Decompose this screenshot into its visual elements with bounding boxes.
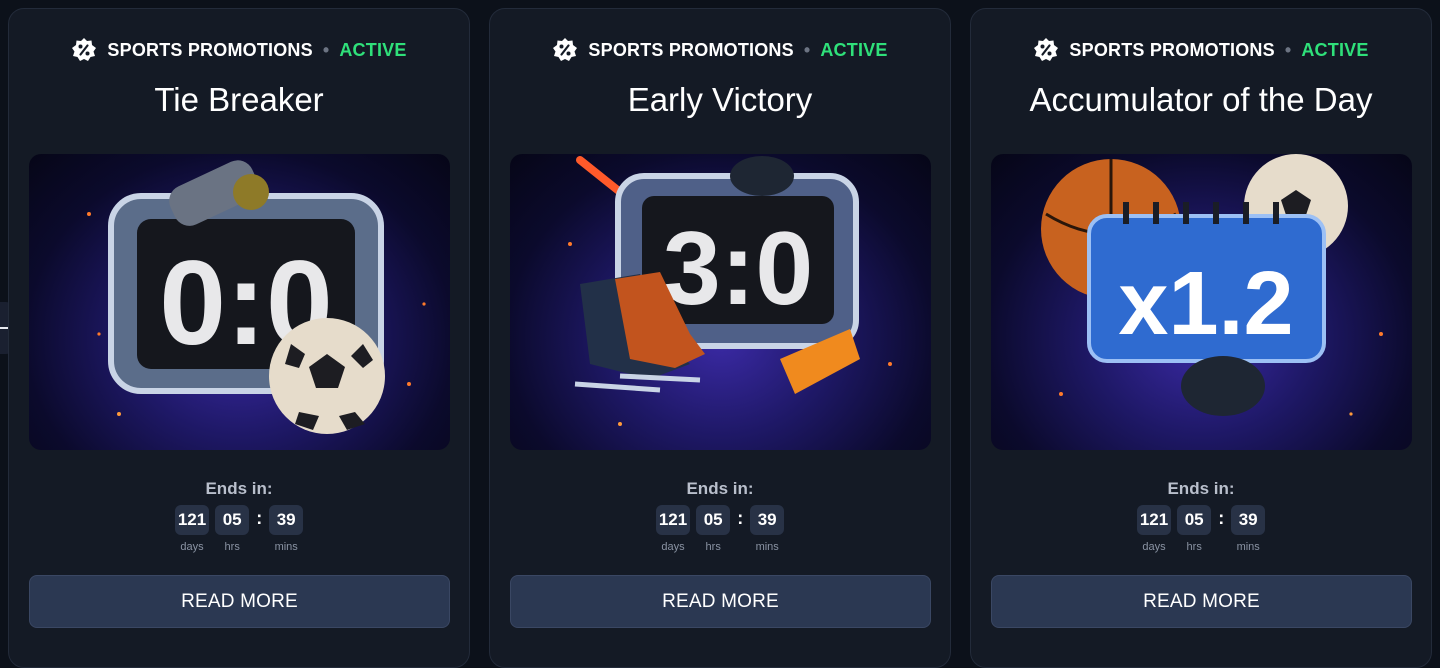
read-more-button[interactable]: READ MORE <box>29 575 450 628</box>
countdown-timer: 121 days 05 hrs : 39 mins <box>490 505 950 553</box>
timer-hours-value: 05 <box>215 505 250 535</box>
separator-dot: • <box>322 39 330 60</box>
multiplier-text: x1.2 <box>1118 254 1293 354</box>
category-label: SPORTS PROMOTIONS <box>1069 39 1275 60</box>
timer-hours-label: hrs <box>224 541 240 553</box>
timer-minutes-value: 39 <box>750 505 785 535</box>
timer-days-label: days <box>180 541 204 553</box>
promo-image: 0:0 <box>29 154 450 450</box>
ends-in-label: Ends in: <box>205 479 273 498</box>
promo-image: 3:0 <box>510 154 931 450</box>
score-text: 3:0 <box>663 211 813 327</box>
timer-days-label: days <box>661 541 685 553</box>
soccer-ball-icon <box>269 318 385 434</box>
promotions-list: SPORTS PROMOTIONS • ACTIVE Tie Breaker 0… <box>8 8 1432 668</box>
countdown-timer: 121 days 05 hrs : 39 mins <box>971 505 1431 553</box>
timer-days-label: days <box>1142 541 1166 553</box>
timer-days-value: 121 <box>655 505 691 535</box>
timer-minutes-value: 39 <box>1231 505 1266 535</box>
promo-card-early-victory[interactable]: SPORTS PROMOTIONS • ACTIVE Early Victory… <box>489 8 951 668</box>
timer-minutes-label: mins <box>274 541 298 553</box>
ends-in-label: Ends in: <box>686 479 754 498</box>
timer-days-value: 121 <box>1136 505 1172 535</box>
promo-card-accumulator-of-the-day[interactable]: SPORTS PROMOTIONS • ACTIVE Accumulator o… <box>970 8 1432 668</box>
hockey-puck-icon <box>730 156 794 196</box>
separator-dot: • <box>1284 39 1292 60</box>
category-label: SPORTS PROMOTIONS <box>588 39 794 60</box>
timer-minutes-value: 39 <box>269 505 304 535</box>
timer-days: 121 days <box>655 505 691 553</box>
read-more-button[interactable]: READ MORE <box>991 575 1412 628</box>
status-badge: ACTIVE <box>339 39 407 60</box>
hockey-puck-icon <box>1181 356 1265 416</box>
countdown-timer: 121 days 05 hrs : 39 mins <box>9 505 469 553</box>
percent-badge-icon <box>1034 38 1059 61</box>
timer-hours-value: 05 <box>1177 505 1212 535</box>
timer-minutes-label: mins <box>1236 541 1260 553</box>
promo-card-tie-breaker[interactable]: SPORTS PROMOTIONS • ACTIVE Tie Breaker 0… <box>8 8 470 668</box>
timer-hours: 05 hrs <box>696 505 731 553</box>
promo-title: Accumulator of the Day <box>1029 81 1373 118</box>
separator-dot: • <box>803 39 811 60</box>
status-badge: ACTIVE <box>1301 39 1369 60</box>
percent-badge-icon <box>72 38 97 61</box>
read-more-button[interactable]: READ MORE <box>510 575 931 628</box>
status-badge: ACTIVE <box>820 39 888 60</box>
timer-colon: : <box>737 508 744 528</box>
timer-hours-label: hrs <box>1186 541 1202 553</box>
timer-hours-label: hrs <box>705 541 721 553</box>
promo-meta: SPORTS PROMOTIONS • ACTIVE <box>9 37 469 63</box>
percent-badge-icon <box>553 38 578 61</box>
timer-minutes: 39 mins <box>269 505 304 553</box>
promo-image: x1.2 <box>991 154 1412 450</box>
timer-minutes-label: mins <box>755 541 779 553</box>
timer-minutes: 39 mins <box>1231 505 1266 553</box>
timer-days-value: 121 <box>174 505 210 535</box>
timer-days: 121 days <box>1136 505 1172 553</box>
ends-in-label: Ends in: <box>1167 479 1235 498</box>
timer-days: 121 days <box>174 505 210 553</box>
timer-colon: : <box>1218 508 1225 528</box>
timer-minutes: 39 mins <box>750 505 785 553</box>
promo-title: Tie Breaker <box>154 81 324 118</box>
timer-hours: 05 hrs <box>1177 505 1212 553</box>
timer-hours-value: 05 <box>696 505 731 535</box>
promo-title: Early Victory <box>627 81 813 118</box>
promo-meta: SPORTS PROMOTIONS • ACTIVE <box>971 37 1431 63</box>
category-label: SPORTS PROMOTIONS <box>107 39 313 60</box>
timer-hours: 05 hrs <box>215 505 250 553</box>
promo-meta: SPORTS PROMOTIONS • ACTIVE <box>490 37 950 63</box>
timer-colon: : <box>256 508 263 528</box>
